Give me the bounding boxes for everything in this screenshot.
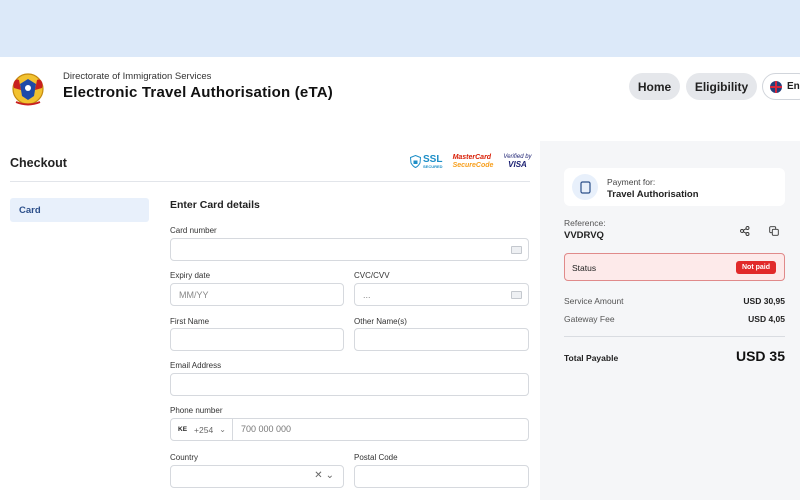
visa-label: VISA xyxy=(508,159,527,169)
uk-flag-icon xyxy=(770,80,782,93)
phone-input[interactable]: KE +254 ⌄ 700 000 000 xyxy=(170,418,529,441)
postal-code-input[interactable] xyxy=(354,465,529,488)
phone-label: Phone number xyxy=(170,406,223,415)
expiry-input[interactable]: MM/YY xyxy=(170,283,344,306)
reference-value: VVDRVQ xyxy=(564,230,604,241)
card-number-label: Card number xyxy=(170,226,217,235)
ssl-sub-label: SECURED xyxy=(423,163,443,169)
payment-for-label: Payment for: xyxy=(607,177,656,187)
other-names-input[interactable] xyxy=(354,328,529,351)
cvc-label: CVC/CVV xyxy=(354,271,390,280)
summary-divider xyxy=(564,336,785,337)
other-names-label: Other Name(s) xyxy=(354,317,407,326)
checkout-title: Checkout xyxy=(10,156,67,170)
total-payable-value: USD 35 xyxy=(735,348,785,364)
nav-home-button[interactable]: Home xyxy=(629,73,680,100)
phone-country-select[interactable]: KE +254 ⌄ xyxy=(171,419,233,440)
country-select[interactable]: ✕⌄ xyxy=(170,465,344,488)
form-title: Enter Card details xyxy=(170,199,260,211)
tab-card[interactable]: Card xyxy=(10,198,149,222)
email-input[interactable] xyxy=(170,373,529,396)
mastercard-label: MasterCard xyxy=(452,154,492,162)
language-label: Eng xyxy=(787,81,800,92)
verified-by-visa-badge: Verified by VISA xyxy=(503,154,531,169)
status-badge: Not paid xyxy=(736,261,776,274)
phone-placeholder: 700 000 000 xyxy=(241,424,292,434)
ssl-badge: SSL SECURED xyxy=(410,154,443,169)
chevron-down-icon[interactable]: ⌄ xyxy=(326,470,337,481)
nav-eligibility-button[interactable]: Eligibility xyxy=(686,73,757,100)
expiry-placeholder: MM/YY xyxy=(179,290,209,300)
coat-of-arms-logo[interactable] xyxy=(8,70,48,108)
app-title: Electronic Travel Authorisation (eTA) xyxy=(63,84,333,101)
checkout-panel xyxy=(0,141,540,500)
mastercard-securecode-badge: MasterCard SecureCode xyxy=(453,154,494,169)
language-selector[interactable]: Eng xyxy=(762,73,800,100)
first-name-label: First Name xyxy=(170,317,210,326)
top-banner xyxy=(0,0,800,57)
payment-for-value: Travel Authorisation xyxy=(607,189,699,200)
checkout-divider xyxy=(10,181,530,182)
postal-code-label: Postal Code xyxy=(354,453,398,462)
gateway-fee-label: Gateway Fee xyxy=(564,314,615,324)
org-name: Directorate of Immigration Services xyxy=(63,71,212,82)
card-number-input[interactable] xyxy=(170,238,529,261)
share-icon[interactable] xyxy=(740,226,750,236)
country-code: KE xyxy=(178,426,188,433)
securecode-label: SecureCode xyxy=(452,161,494,169)
service-amount-value: USD 30,95 xyxy=(743,296,785,306)
cvc-input[interactable]: ... xyxy=(354,283,529,306)
country-label: Country xyxy=(170,453,199,462)
cvc-placeholder: ... xyxy=(363,290,371,300)
first-name-input[interactable] xyxy=(170,328,344,351)
document-icon xyxy=(572,174,598,200)
chevron-down-icon: ⌄ xyxy=(219,425,226,434)
dial-code: +254 xyxy=(194,424,214,435)
reference-label: Reference: xyxy=(564,218,606,228)
email-label: Email Address xyxy=(170,361,222,370)
copy-icon[interactable] xyxy=(769,226,779,236)
clear-icon[interactable]: ✕ xyxy=(314,470,325,481)
cvc-card-icon xyxy=(511,291,522,299)
card-icon xyxy=(511,246,522,254)
service-amount-label: Service Amount xyxy=(564,296,624,306)
status-label: Status xyxy=(572,263,597,273)
gateway-fee-value: USD 4,05 xyxy=(748,314,785,324)
expiry-label: Expiry date xyxy=(170,271,211,280)
shield-icon xyxy=(410,155,421,169)
total-payable-label: Total Payable xyxy=(564,353,619,363)
security-badges: SSL SECURED MasterCard SecureCode Verifie… xyxy=(410,154,532,169)
